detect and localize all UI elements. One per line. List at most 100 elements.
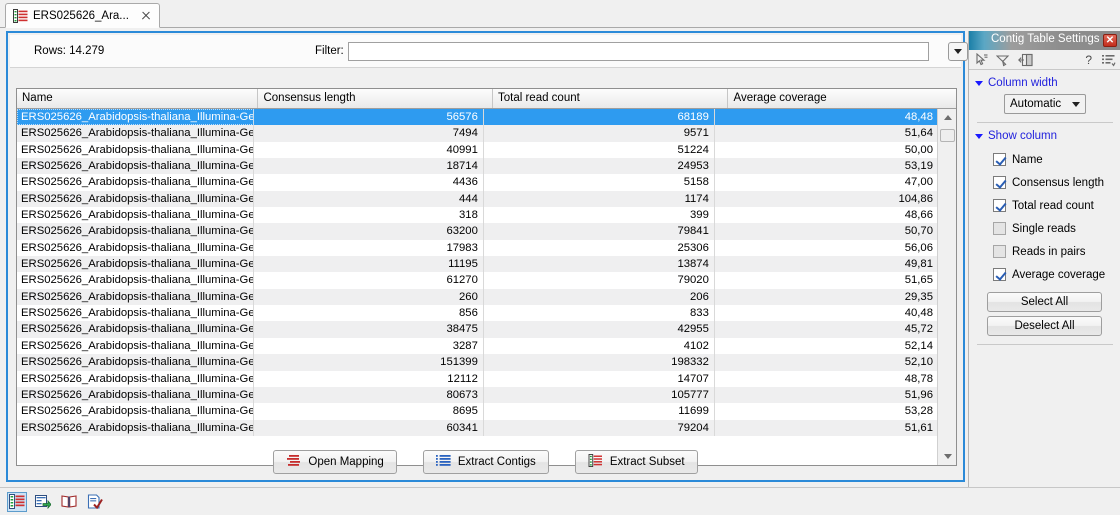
cell-total-read-count: 25306 [484,239,715,257]
cell-average-coverage: 51,96 [904,388,933,401]
column-width-row: Automatic [969,94,1120,114]
cell-total-read-count: 198332 [484,354,715,371]
show-column-item-reads-in-pairs[interactable]: Reads in pairs [969,240,1120,263]
show-column-item-name[interactable]: Name [969,148,1120,171]
table-view-icon[interactable] [7,491,27,512]
deselect-all-button[interactable]: Deselect All [987,316,1102,336]
section-column-width[interactable]: Column width [969,77,1120,89]
report-check-icon[interactable] [85,492,105,512]
cell-average-coverage: 29,35 [904,290,933,303]
checkbox-checked-icon[interactable] [993,199,1006,212]
column-header-average-coverage[interactable]: Average coverage [728,89,956,108]
cell-total-read-count: 9571 [484,125,715,142]
application-window: ERS025626_Ara... Rows: 14.279 Filter: Na… [0,0,1120,515]
table-row[interactable]: ERS025626_Arabidopsis-thaliana_Illumina-… [17,305,938,322]
table-vertical-scrollbar[interactable] [937,109,956,465]
extract-contigs-button[interactable]: Extract Contigs [422,450,549,474]
cell-average-coverage: 45,72 [904,323,933,336]
help-icon[interactable]: ? [1083,53,1094,67]
table-row[interactable]: ERS025626_Arabidopsis-thaliana_Illumina-… [17,386,938,404]
extract-subset-button[interactable]: Extract Subset [574,450,698,474]
table-row[interactable]: ERS025626_Arabidopsis-thaliana_Illumina-… [17,158,938,175]
panel-list-icon[interactable] [1101,53,1116,67]
extract-subset-label: Extract Subset [609,456,685,468]
chevron-down-icon [975,133,983,139]
table-row[interactable]: ERS025626_Arabidopsis-thaliana_Illumina-… [17,272,938,289]
cell-average-coverage: 40,48 [904,307,933,320]
filter-input[interactable] [348,42,929,61]
cell-average-coverage: 56,06 [904,241,933,254]
cell-name: ERS025626_Arabidopsis-thaliana_Illumina-… [17,403,254,420]
cell-average-coverage: 104,86 [898,192,933,205]
column-header-consensus-length[interactable]: Consensus length [258,89,493,108]
column-width-value: Automatic [1010,98,1062,110]
select-all-button[interactable]: Select All [987,292,1102,312]
table-row[interactable]: ERS025626_Arabidopsis-thaliana_Illumina-… [17,419,938,436]
table-row[interactable]: ERS025626_Arabidopsis-thaliana_Illumina-… [17,288,938,306]
settings-panel: Contig Table Settings ✕ ? Column width A… [968,31,1120,498]
checkbox-unchecked-icon[interactable] [993,222,1006,235]
show-column-item-label: Single reads [1012,222,1076,235]
cell-average-coverage: 48,78 [904,372,933,385]
column-header-name[interactable]: Name [17,89,259,108]
tab-contig-table[interactable]: ERS025626_Ara... [5,3,160,28]
show-column-item-average-coverage[interactable]: Average coverage [969,263,1120,286]
divider [977,122,1113,123]
table-row[interactable]: ERS025626_Arabidopsis-thaliana_Illumina-… [17,207,938,224]
cell-average-coverage: 49,81 [904,258,933,271]
checkbox-unchecked-icon[interactable] [993,245,1006,258]
checkbox-checked-icon[interactable] [993,176,1006,189]
table-row[interactable]: ERS025626_Arabidopsis-thaliana_Illumina-… [17,256,938,273]
table-row[interactable]: ERS025626_Arabidopsis-thaliana_Illumina-… [17,370,938,387]
section-show-column[interactable]: Show column [969,130,1120,142]
table-row[interactable]: ERS025626_Arabidopsis-thaliana_Illumina-… [17,337,938,355]
pointer-deselect-icon[interactable] [995,53,1011,67]
cell-name: ERS025626_Arabidopsis-thaliana_Illumina-… [17,190,254,208]
table-row[interactable]: ERS025626_Arabidopsis-thaliana_Illumina-… [17,403,938,420]
cell-total-read-count: 4102 [484,337,715,355]
cell-total-read-count: 68189 [484,109,715,126]
table-row[interactable]: ERS025626_Arabidopsis-thaliana_Illumina-… [17,109,938,126]
dock-panel-icon[interactable] [1018,53,1033,67]
scrollbar-thumb[interactable] [940,129,955,142]
table-row[interactable]: ERS025626_Arabidopsis-thaliana_Illumina-… [17,190,938,208]
show-column-item-label: Consensus length [1012,176,1105,189]
table-row[interactable]: ERS025626_Arabidopsis-thaliana_Illumina-… [17,141,938,159]
checkbox-checked-icon[interactable] [993,153,1006,166]
column-width-select[interactable]: Automatic [1004,94,1086,114]
table-row[interactable]: ERS025626_Arabidopsis-thaliana_Illumina-… [17,239,938,257]
close-icon[interactable]: ✕ [1103,34,1117,47]
settings-titlebar: Contig Table Settings ✕ [969,31,1120,50]
cell-consensus-length: 4436 [254,174,484,191]
table-row[interactable]: ERS025626_Arabidopsis-thaliana_Illumina-… [17,321,938,338]
table-row[interactable]: ERS025626_Arabidopsis-thaliana_Illumina-… [17,223,938,240]
open-mapping-button[interactable]: Open Mapping [273,450,397,474]
cell-name: ERS025626_Arabidopsis-thaliana_Illumina-… [17,158,254,175]
cell-consensus-length: 8695 [254,403,484,420]
tab-close-icon[interactable] [140,10,152,22]
table-row[interactable]: ERS025626_Arabidopsis-thaliana_Illumina-… [17,125,938,142]
cell-total-read-count: 79204 [484,419,715,436]
show-column-item-total-read-count[interactable]: Total read count [969,194,1120,217]
table-row[interactable]: ERS025626_Arabidopsis-thaliana_Illumina-… [17,354,938,371]
filter-dropdown-button[interactable] [948,42,968,61]
cell-total-read-count: 42955 [484,321,715,338]
book-icon[interactable] [59,492,79,512]
cell-name: ERS025626_Arabidopsis-thaliana_Illumina-… [17,354,254,371]
show-column-item-single-reads[interactable]: Single reads [969,217,1120,240]
pointer-select-icon[interactable] [974,52,989,67]
column-header-total-read-count[interactable]: Total read count [493,89,729,108]
cell-total-read-count: 206 [484,288,715,306]
scroll-up-button[interactable] [938,109,956,126]
cell-consensus-length: 7494 [254,125,484,142]
select-buttons-wrap: Select All Deselect All [969,286,1120,336]
checkbox-checked-icon[interactable] [993,268,1006,281]
table-row[interactable]: ERS025626_Arabidopsis-thaliana_Illumina-… [17,174,938,191]
cell-consensus-length: 60341 [254,419,484,436]
tab-strip: ERS025626_Ara... [0,0,1120,28]
table-export-icon[interactable] [33,492,53,512]
cell-name: ERS025626_Arabidopsis-thaliana_Illumina-… [17,305,254,322]
section-column-width-label: Column width [988,77,1058,89]
cell-average-coverage: 51,61 [904,421,933,434]
show-column-item-consensus-length[interactable]: Consensus length [969,171,1120,194]
